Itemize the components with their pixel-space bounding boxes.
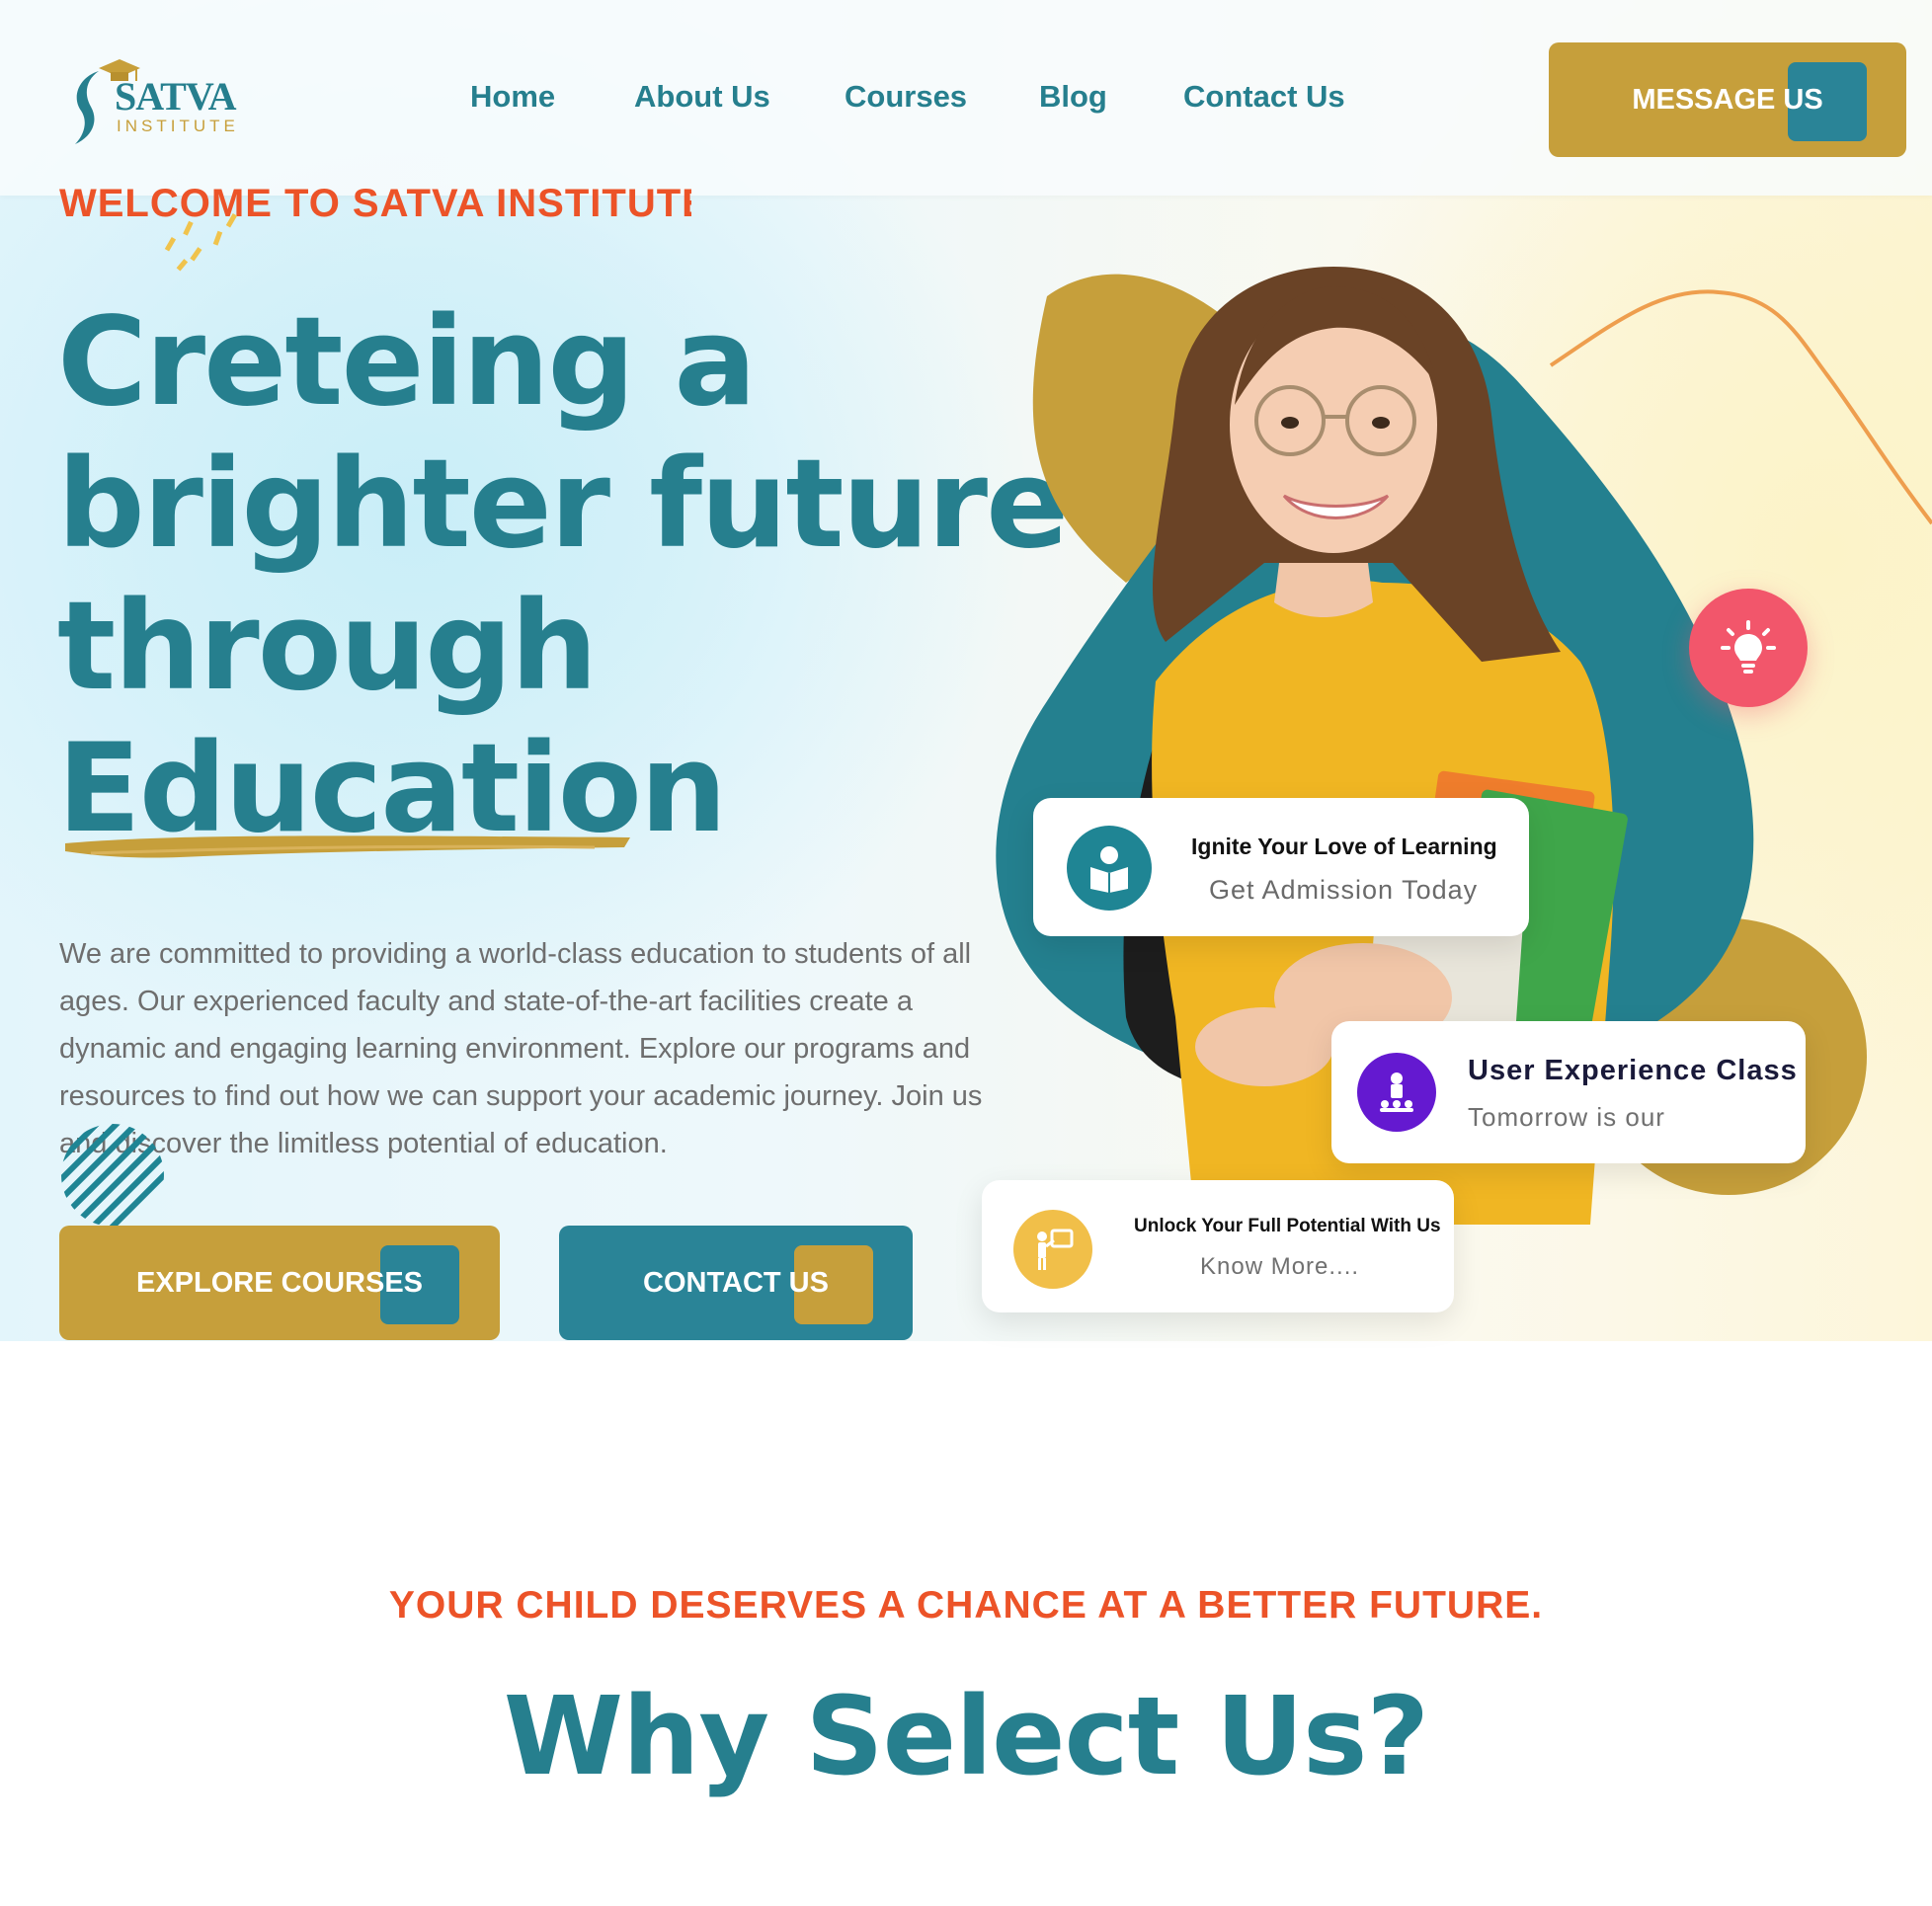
- brush-underline-decoration: [65, 835, 630, 858]
- headline-line-1: Creteing a: [57, 291, 757, 434]
- presenter-board-icon: [1013, 1210, 1092, 1289]
- hero-eyebrow: WELCOME TO SATVA INSTITUTE: [59, 188, 691, 225]
- satva-logo[interactable]: SATVA INSTITUTE: [69, 53, 247, 148]
- message-us-label: MESSAGE US: [1632, 83, 1823, 116]
- nav-home[interactable]: Home: [470, 79, 555, 115]
- ux-class-card-title: User Experience Class: [1468, 1055, 1798, 1086]
- nav-contact-us[interactable]: Contact Us: [1183, 79, 1345, 115]
- logo-name: SATVA: [115, 74, 236, 119]
- lightbulb-badge: [1689, 589, 1808, 707]
- explore-courses-label: EXPLORE COURSES: [135, 1266, 424, 1299]
- explore-courses-button[interactable]: EXPLORE COURSES: [59, 1226, 500, 1340]
- nav-courses[interactable]: Courses: [845, 79, 967, 115]
- nav-about-us[interactable]: About Us: [634, 79, 770, 115]
- ux-class-card[interactable]: User Experience Class Tomorrow is our: [1331, 1021, 1806, 1163]
- confetti-decoration-icon: [164, 212, 238, 272]
- admission-card-subtitle: Get Admission Today: [1209, 875, 1479, 905]
- potential-card-link[interactable]: Know More....: [1200, 1253, 1359, 1281]
- admission-card-title: Ignite Your Love of Learning: [1191, 834, 1497, 859]
- ux-class-card-subtitle: Tomorrow is our: [1468, 1102, 1665, 1132]
- teacher-class-icon: [1357, 1053, 1436, 1132]
- logo-subtitle: INSTITUTE: [117, 117, 239, 135]
- why-section-title: Why Select Us?: [503, 1673, 1429, 1799]
- why-section-subheading: YOUR CHILD DESERVES A CHANCE AT A BETTER…: [388, 1584, 1544, 1627]
- lightbulb-icon: [1721, 620, 1776, 674]
- nav-blog[interactable]: Blog: [1039, 79, 1107, 115]
- contact-us-button[interactable]: CONTACT US: [559, 1226, 913, 1340]
- contact-us-label: CONTACT US: [643, 1266, 829, 1299]
- headline-line-3: through: [57, 576, 598, 718]
- potential-card[interactable]: Unlock Your Full Potential With Us Know …: [982, 1180, 1454, 1312]
- admission-card[interactable]: Ignite Your Love of Learning Get Admissi…: [1033, 798, 1529, 936]
- headline-line-2: brighter future: [57, 434, 1069, 576]
- site-header: SATVA INSTITUTE Home About Us Courses Bl…: [0, 0, 1932, 196]
- message-us-button[interactable]: MESSAGE US: [1549, 42, 1906, 157]
- striped-circle-decoration: [61, 1124, 164, 1227]
- hero-description: We are committed to providing a world-cl…: [59, 938, 983, 1159]
- potential-card-title: Unlock Your Full Potential With Us: [1134, 1216, 1441, 1236]
- reading-student-icon: [1067, 826, 1152, 911]
